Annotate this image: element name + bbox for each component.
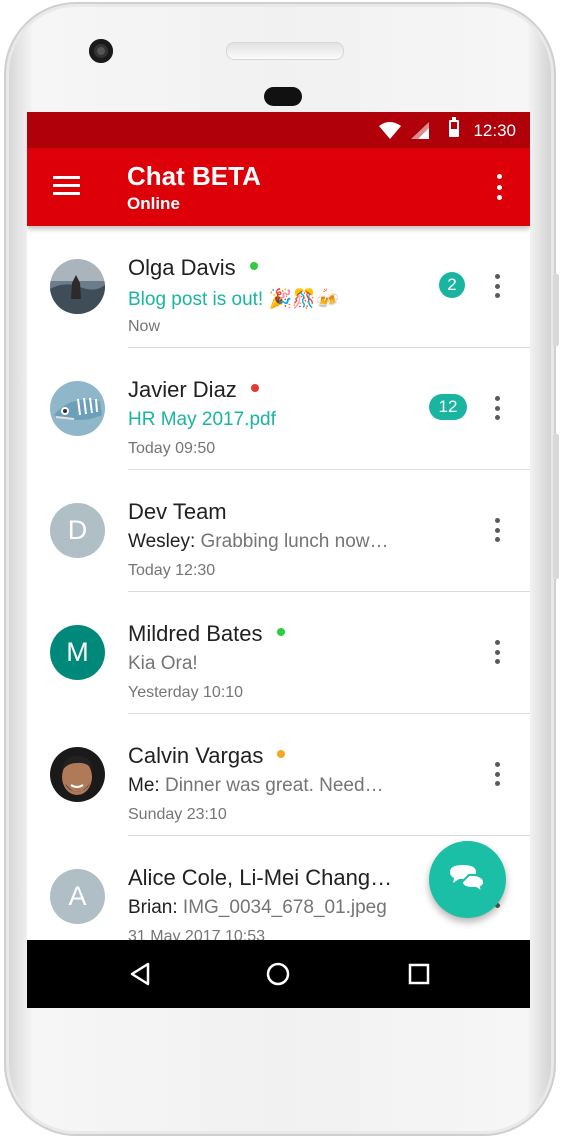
front-camera: [89, 39, 113, 63]
earpiece-speaker: [226, 42, 344, 60]
last-message: Blog post is out! 🎉🎊🍻: [128, 289, 340, 310]
status-bar: 12:30: [27, 112, 530, 148]
power-button: [553, 434, 559, 579]
app-title: Chat BETA: [127, 161, 261, 191]
last-message: HR May 2017.pdf: [128, 409, 276, 430]
avatar: [50, 259, 105, 314]
chat-list: Olga Davis Blog post is out! 🎉🎊🍻 Now 2 J…: [27, 226, 530, 945]
message-time: Today 12:30: [128, 562, 216, 579]
message-time: Sunday 23:10: [128, 806, 227, 823]
chat-row-mildred-bates[interactable]: M Mildred Bates Kia Ora! Yesterday 10:10: [27, 592, 530, 714]
app-bar: Chat BETA Online: [27, 148, 530, 226]
home-icon[interactable]: [264, 960, 292, 988]
back-icon[interactable]: [126, 960, 154, 988]
contact-name: Mildred Bates: [128, 621, 285, 647]
new-chat-fab[interactable]: [429, 841, 506, 918]
avatar: A: [50, 869, 105, 924]
message-time: Yesterday 10:10: [128, 684, 244, 701]
unread-badge: 2: [439, 272, 465, 298]
battery-icon: [449, 117, 459, 137]
contact-name: Olga Davis: [128, 255, 258, 281]
chat-row-calvin-vargas[interactable]: Calvin Vargas Me: Dinner was great. Need…: [27, 714, 530, 836]
presence-dot-busy: [250, 384, 259, 392]
emoji-party-icons: 🎉🎊🍻: [268, 289, 340, 310]
status-time: 12:30: [473, 121, 516, 140]
hamburger-icon[interactable]: [53, 176, 80, 196]
unread-badge: 12: [429, 394, 467, 420]
message-sender: Wesley:: [128, 531, 196, 552]
chat-bubbles-icon: [450, 865, 486, 895]
last-message: Kia Ora!: [128, 653, 198, 674]
row-more-icon[interactable]: [493, 640, 501, 664]
more-vert-icon[interactable]: [494, 174, 504, 200]
message-time: Now: [128, 318, 161, 335]
chat-row-dev-team[interactable]: D Dev Team Wesley: Grabbing lunch now… T…: [27, 470, 530, 592]
avatar: [50, 747, 105, 802]
volume-button: [553, 274, 559, 346]
avatar: M: [50, 625, 105, 680]
signal-icon: [411, 122, 429, 139]
contact-name: Calvin Vargas: [128, 743, 286, 769]
contact-name: Dev Team: [128, 499, 227, 524]
row-more-icon[interactable]: [493, 274, 501, 298]
presence-dot-away: [277, 750, 286, 758]
row-more-icon[interactable]: [493, 762, 501, 786]
proximity-sensor: [264, 87, 302, 106]
row-more-icon[interactable]: [493, 396, 501, 420]
message-sender: Brian:: [128, 897, 178, 918]
connection-status: Online: [127, 194, 180, 213]
row-more-icon[interactable]: [493, 518, 501, 542]
nav-bar: [27, 940, 530, 1008]
chat-row-olga-davis[interactable]: Olga Davis Blog post is out! 🎉🎊🍻 Now 2: [27, 226, 530, 348]
last-message: Brian: IMG_0034_678_01.jpeg: [128, 897, 387, 918]
message-sender: Me:: [128, 775, 160, 796]
avatar: D: [50, 503, 105, 558]
avatar: [50, 381, 105, 436]
chat-row-javier-diaz[interactable]: Javier Diaz HR May 2017.pdf Today 09:50 …: [27, 348, 530, 470]
presence-dot-online: [249, 262, 258, 270]
last-message: Me: Dinner was great. Need…: [128, 775, 384, 796]
last-message: Wesley: Grabbing lunch now…: [128, 531, 389, 552]
contact-name: Alice Cole, Li-Mei Chang…: [128, 865, 393, 890]
presence-dot-online: [276, 628, 285, 636]
screen: 12:30 Chat BETA Online Olga Davis Blog p…: [27, 112, 530, 1008]
message-time: Today 09:50: [128, 440, 216, 457]
wifi-icon: [379, 122, 401, 139]
contact-name: Javier Diaz: [128, 377, 259, 403]
recents-icon[interactable]: [405, 960, 433, 988]
